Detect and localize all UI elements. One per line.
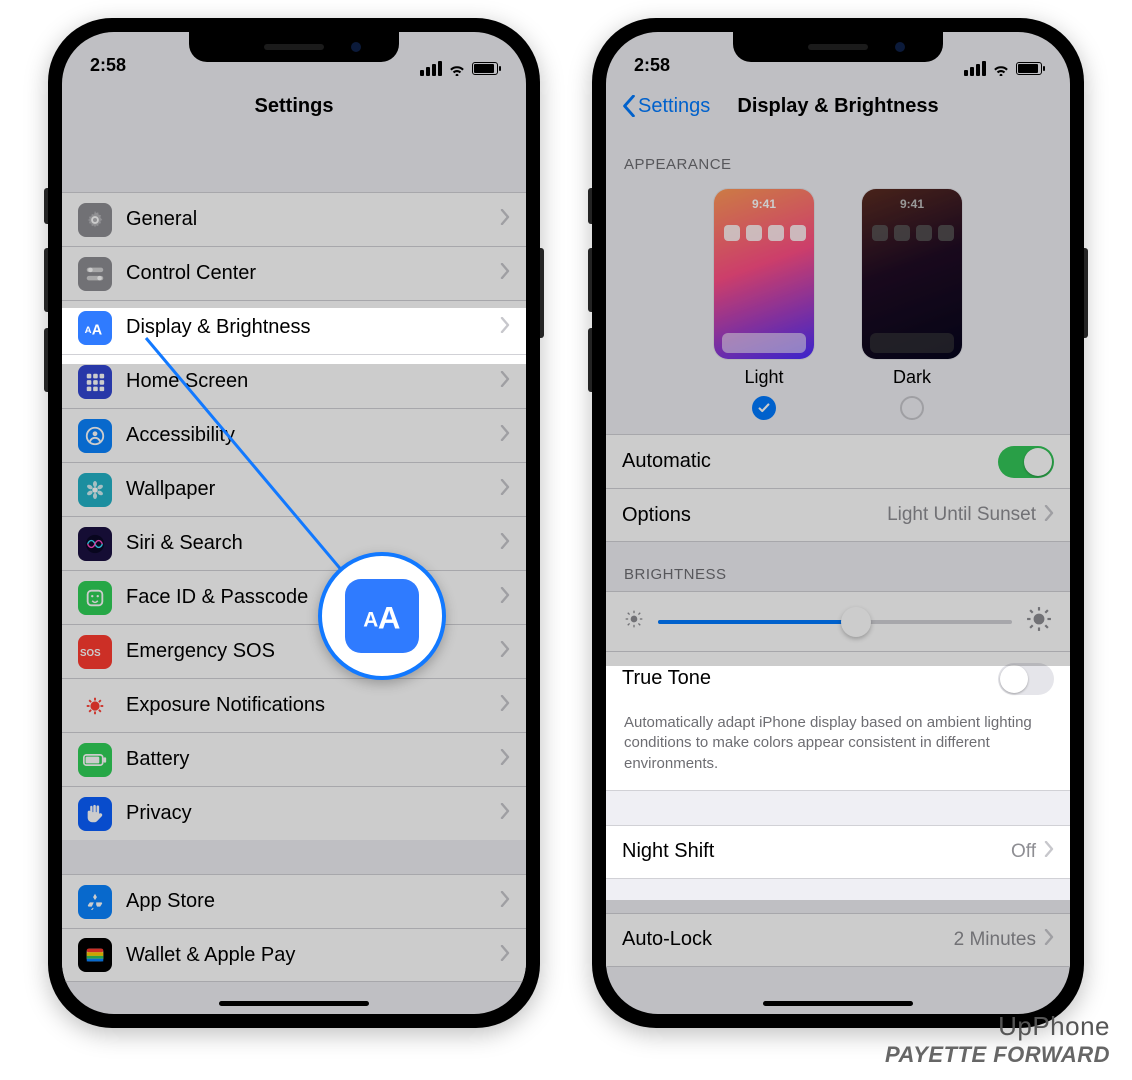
controlcenter-icon — [78, 257, 112, 291]
chevron-right-icon — [500, 262, 510, 285]
page-title: Display & Brightness — [737, 95, 938, 118]
watermark: UpPhone PAYETTE FORWARD — [885, 1011, 1110, 1068]
chevron-right-icon — [500, 478, 510, 501]
battery-icon — [78, 743, 112, 777]
truetone-label: True Tone — [622, 667, 998, 690]
brightness-header: BRIGHTNESS — [606, 542, 1070, 591]
chevron-right-icon — [500, 890, 510, 913]
privacy-icon — [78, 797, 112, 831]
phone-right: 2:58 Settings Display & Brightness APPEA — [592, 18, 1084, 1028]
chevron-right-icon — [500, 748, 510, 771]
chevron-right-icon — [500, 640, 510, 663]
autolock-value: 2 Minutes — [954, 929, 1036, 951]
callout-display-icon: AA — [318, 552, 446, 680]
light-preview: 9:41 — [714, 189, 814, 359]
sun-large-icon — [1026, 606, 1052, 637]
settings-row-exposure[interactable]: Exposure Notifications — [62, 678, 526, 732]
svg-text:SOS: SOS — [80, 647, 101, 658]
status-time: 2:58 — [634, 55, 670, 76]
dark-radio[interactable] — [900, 396, 924, 420]
row-label: Control Center — [126, 262, 500, 285]
dark-label: Dark — [893, 367, 931, 388]
chevron-right-icon — [500, 532, 510, 555]
brightness-slider[interactable] — [658, 620, 1012, 624]
truetone-row[interactable]: True Tone — [606, 651, 1070, 705]
battery-icon — [472, 62, 498, 75]
brightness-row — [606, 591, 1070, 651]
chevron-right-icon — [500, 370, 510, 393]
chevron-right-icon — [1044, 928, 1054, 951]
settings-row-battery[interactable]: Battery — [62, 732, 526, 786]
back-label: Settings — [638, 95, 710, 118]
automatic-label: Automatic — [622, 450, 998, 473]
chevron-right-icon — [1044, 840, 1054, 863]
truetone-toggle[interactable] — [998, 663, 1054, 695]
truetone-note: Automatically adapt iPhone display based… — [606, 705, 1070, 791]
cellular-icon — [420, 61, 442, 76]
wifi-icon — [448, 62, 466, 76]
svg-text:A: A — [378, 601, 401, 636]
nightshift-value: Off — [1011, 841, 1036, 863]
back-button[interactable]: Settings — [622, 80, 710, 132]
chevron-right-icon — [500, 586, 510, 609]
row-label: Wallet & Apple Pay — [126, 944, 500, 967]
notch — [189, 32, 399, 62]
wifi-icon — [992, 62, 1010, 76]
exposure-icon — [78, 689, 112, 723]
chevron-right-icon — [500, 802, 510, 825]
notch — [733, 32, 943, 62]
cellular-icon — [964, 61, 986, 76]
dark-preview: 9:41 — [862, 189, 962, 359]
row-label: Emergency SOS — [126, 640, 500, 663]
settings-row-appstore[interactable]: App Store — [62, 874, 526, 928]
autolock-label: Auto-Lock — [622, 928, 954, 951]
row-label: App Store — [126, 890, 500, 913]
display-settings[interactable]: APPEARANCE 9:41 Light — [606, 132, 1070, 1014]
light-radio[interactable] — [752, 396, 776, 420]
appearance-picker: 9:41 Light 9:41 — [606, 181, 1070, 434]
row-label: Exposure Notifications — [126, 694, 500, 717]
wallet-icon — [78, 938, 112, 972]
sos-icon: SOS — [78, 635, 112, 669]
nightshift-label: Night Shift — [622, 840, 1011, 863]
row-label: General — [126, 208, 500, 231]
battery-icon — [1016, 62, 1042, 75]
automatic-toggle[interactable] — [998, 446, 1054, 478]
settings-row-wallet[interactable]: Wallet & Apple Pay — [62, 928, 526, 982]
chevron-right-icon — [500, 694, 510, 717]
appearance-header: APPEARANCE — [606, 132, 1070, 181]
phone-left: 2:58 Settings GeneralControl CenterAADis… — [48, 18, 540, 1028]
settings-row-controlcenter[interactable]: Control Center — [62, 246, 526, 300]
appearance-dark[interactable]: 9:41 Dark — [862, 189, 962, 420]
chevron-right-icon — [1044, 504, 1054, 527]
row-label: Privacy — [126, 802, 500, 825]
autolock-row[interactable]: Auto-Lock 2 Minutes — [606, 913, 1070, 967]
chevron-right-icon — [500, 208, 510, 231]
chevron-right-icon — [500, 424, 510, 447]
appearance-light[interactable]: 9:41 Light — [714, 189, 814, 420]
general-icon — [78, 203, 112, 237]
page-title: Settings — [255, 95, 334, 118]
options-label: Options — [622, 504, 887, 527]
settings-row-privacy[interactable]: Privacy — [62, 786, 526, 840]
svg-text:A: A — [85, 324, 92, 335]
home-indicator[interactable] — [219, 1001, 369, 1006]
settings-row-general[interactable]: General — [62, 192, 526, 246]
status-time: 2:58 — [90, 55, 126, 76]
chevron-right-icon — [500, 944, 510, 967]
row-label: Battery — [126, 748, 500, 771]
options-row[interactable]: Options Light Until Sunset — [606, 488, 1070, 542]
sun-small-icon — [624, 609, 644, 634]
options-value: Light Until Sunset — [887, 504, 1036, 526]
appstore-icon — [78, 885, 112, 919]
light-label: Light — [744, 367, 783, 388]
nightshift-row[interactable]: Night Shift Off — [606, 825, 1070, 879]
chevron-right-icon — [500, 316, 510, 339]
settings-row-sos[interactable]: SOS Emergency SOS — [62, 624, 526, 678]
automatic-row[interactable]: Automatic — [606, 434, 1070, 488]
home-indicator[interactable] — [763, 1001, 913, 1006]
svg-text:A: A — [363, 608, 378, 631]
text-size-icon: AA — [345, 579, 419, 653]
